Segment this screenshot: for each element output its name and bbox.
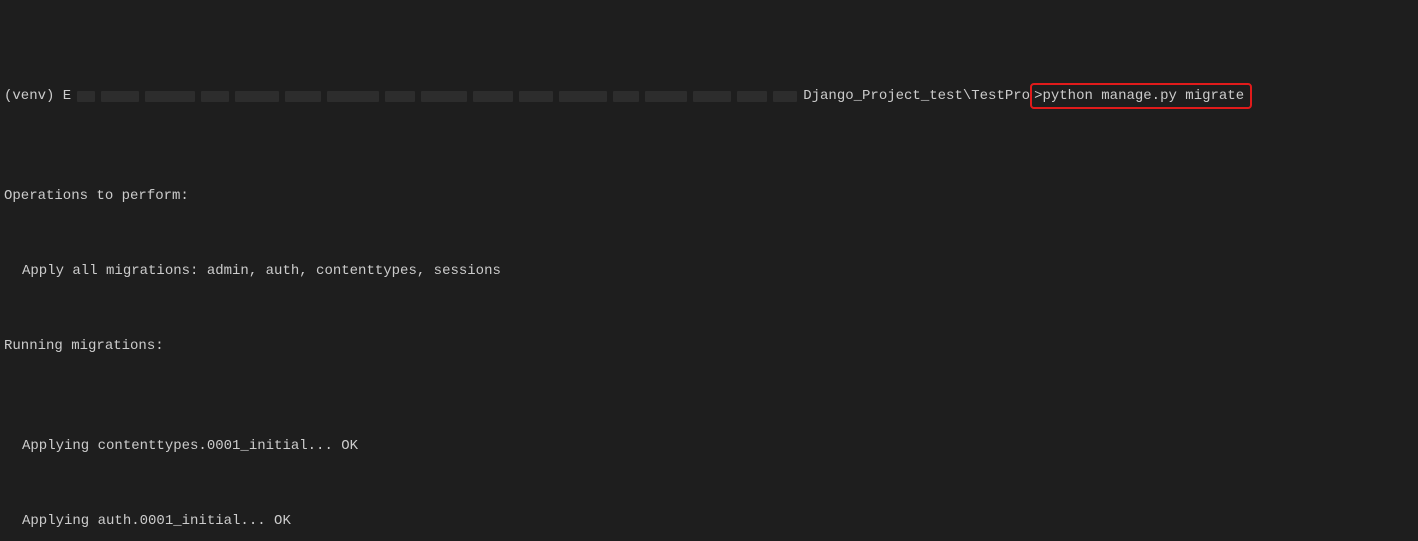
redacted-path <box>77 91 797 102</box>
apply-all-line: Apply all migrations: admin, auth, conte… <box>4 259 1414 284</box>
command-text: python manage.py migrate <box>1042 88 1244 104</box>
operations-header: Operations to perform: <box>4 184 1414 209</box>
migration-line: Applying auth.0001_initial... OK <box>4 509 1414 534</box>
running-header: Running migrations: <box>4 334 1414 359</box>
prompt-prefix: (venv) E <box>4 84 71 109</box>
prompt-line: (venv) E Django_Project_test\TestPro >py… <box>4 83 1414 109</box>
prompt-path-tail: Django_Project_test\TestPro <box>803 84 1030 109</box>
terminal-output[interactable]: (venv) E Django_Project_test\TestPro >py… <box>0 0 1418 541</box>
command-highlight-box: >python manage.py migrate <box>1030 83 1252 109</box>
migration-line: Applying contenttypes.0001_initial... OK <box>4 434 1414 459</box>
